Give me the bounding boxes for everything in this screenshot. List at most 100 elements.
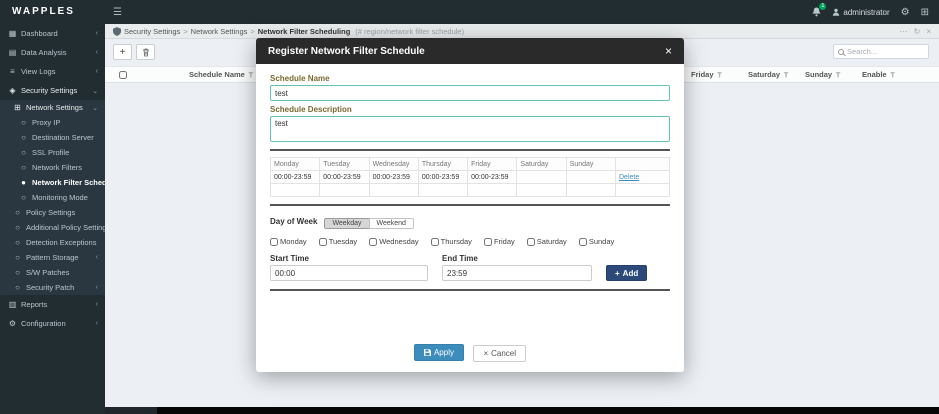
column-header-enable[interactable]: Enable	[862, 70, 919, 79]
sidebar-item-configuration[interactable]: ⚙Configuration‹	[0, 314, 105, 333]
week-cell	[369, 184, 418, 197]
breadcrumb-separator: >	[183, 27, 187, 36]
add-schedule-button[interactable]: +	[113, 44, 132, 60]
cancel-button[interactable]: × Cancel	[473, 345, 526, 362]
register-schedule-modal: Register Network Filter Schedule × Sched…	[256, 38, 684, 372]
thursday-checkbox[interactable]	[431, 238, 439, 246]
column-header-sunday[interactable]: Sunday	[805, 70, 862, 79]
sidebar-item-dashboard[interactable]: ▦Dashboard‹	[0, 24, 105, 43]
sidebar: ▦Dashboard‹ ▤Data Analysis‹ ≡View Logs‹ …	[0, 24, 105, 414]
week-cell	[566, 184, 615, 197]
user-menu[interactable]: administrator	[832, 8, 889, 17]
monday-checkbox-label[interactable]: Monday	[270, 237, 307, 246]
sidebar-item-proxy-ip[interactable]: ○Proxy IP	[0, 115, 105, 130]
column-header-saturday[interactable]: Saturday	[748, 70, 805, 79]
chevron-left-icon: ‹	[96, 30, 103, 37]
sidebar-item-monitoring-mode[interactable]: ○Monitoring Mode	[0, 190, 105, 205]
apps-grid-icon[interactable]: ⊞	[921, 7, 929, 18]
tuesday-checkbox[interactable]	[319, 238, 327, 246]
sidebar-item-data-analysis[interactable]: ▤Data Analysis‹	[0, 43, 105, 62]
column-header-friday[interactable]: Friday	[691, 70, 748, 79]
add-button-label: Add	[623, 269, 639, 278]
sidebar-item-reports[interactable]: ▥Reports‹	[0, 295, 105, 314]
sunday-checkbox-label[interactable]: Sunday	[579, 237, 614, 246]
hamburger-menu-icon[interactable]: ☰	[105, 7, 130, 18]
column-label: Schedule Name	[189, 70, 245, 79]
monday-checkbox[interactable]	[270, 238, 278, 246]
breadcrumb-current: Network Filter Scheduling	[258, 27, 351, 36]
start-time-input[interactable]	[270, 265, 428, 281]
sidebar-item-label: Network Filters	[32, 163, 82, 172]
friday-checkbox[interactable]	[484, 238, 492, 246]
end-time-input[interactable]	[442, 265, 592, 281]
search-input[interactable]	[847, 47, 924, 56]
week-cell: 00:00-23:59	[418, 171, 467, 184]
saturday-checkbox[interactable]	[527, 238, 535, 246]
sidebar-item-detection-exceptions[interactable]: ○Detection Exceptions	[0, 235, 105, 250]
filter-icon[interactable]	[717, 72, 723, 78]
gear-icon[interactable]: ⚙	[901, 7, 910, 18]
circle-icon: ○	[19, 133, 28, 142]
week-schedule-section: Monday Tuesday Wednesday Thursday Friday…	[270, 149, 670, 197]
sunday-checkbox[interactable]	[579, 238, 587, 246]
schedule-description-input[interactable]: test	[270, 116, 670, 142]
list-icon: ≡	[8, 67, 17, 76]
weekday-button[interactable]: Weekday	[324, 218, 369, 229]
tuesday-checkbox-label[interactable]: Tuesday	[319, 237, 358, 246]
more-options-icon[interactable]: ⋯	[900, 27, 908, 36]
sidebar-item-policy-settings[interactable]: ○Policy Settings	[0, 205, 105, 220]
select-all-checkbox[interactable]	[119, 71, 127, 79]
notifications-button[interactable]: 1	[812, 7, 821, 17]
schedule-name-input[interactable]	[270, 85, 670, 101]
filter-icon[interactable]	[835, 72, 841, 78]
week-schedule-table: Monday Tuesday Wednesday Thursday Friday…	[270, 157, 670, 197]
breadcrumb-segment[interactable]: Security Settings	[124, 27, 180, 36]
filter-icon[interactable]	[783, 72, 789, 78]
panel-controls: ⋯ ↻ ×	[900, 27, 931, 36]
sidebar-item-network-settings[interactable]: ⊞Network Settings⌄	[0, 100, 105, 115]
weekend-button[interactable]: Weekend	[369, 218, 414, 229]
modal-header: Register Network Filter Schedule ×	[256, 38, 684, 64]
plus-icon: +	[615, 269, 620, 278]
delete-schedule-button[interactable]	[136, 44, 155, 60]
sidebar-item-network-filter-scheduling[interactable]: ●Network Filter Scheduling	[0, 175, 105, 190]
delete-link[interactable]: Delete	[619, 174, 639, 181]
add-time-button[interactable]: +Add	[606, 265, 647, 281]
breadcrumb-segment[interactable]: Network Settings	[191, 27, 248, 36]
day-of-week-row: Day of Week WeekdayWeekend	[270, 212, 670, 230]
user-icon	[832, 8, 840, 16]
sidebar-item-additional-policy-settings[interactable]: ○Additional Policy Settings‹	[0, 220, 105, 235]
week-header-cell: Tuesday	[320, 158, 369, 171]
sidebar-item-security-settings[interactable]: ◈Security Settings⌄	[0, 81, 105, 100]
friday-checkbox-label[interactable]: Friday	[484, 237, 515, 246]
column-label: Sunday	[805, 70, 832, 79]
apply-button[interactable]: Apply	[414, 344, 464, 361]
sidebar-item-network-filters[interactable]: ○Network Filters	[0, 160, 105, 175]
thursday-checkbox-label[interactable]: Thursday	[431, 237, 472, 246]
sidebar-item-view-logs[interactable]: ≡View Logs‹	[0, 62, 105, 81]
refresh-icon[interactable]: ↻	[914, 27, 921, 36]
chevron-down-icon: ⌄	[92, 104, 103, 112]
filter-icon[interactable]	[890, 72, 896, 78]
sidebar-item-label: Additional Policy Settings	[26, 223, 105, 232]
week-header-cell	[616, 158, 670, 171]
saturday-checkbox-label[interactable]: Saturday	[527, 237, 567, 246]
close-panel-icon[interactable]: ×	[926, 27, 931, 36]
sidebar-item-security-patch[interactable]: ○Security Patch‹	[0, 280, 105, 295]
day-of-week-section: Day of Week WeekdayWeekend Monday Tuesda…	[270, 204, 670, 281]
sidebar-item-label: Policy Settings	[26, 208, 75, 217]
sidebar-item-label: Security Settings	[21, 86, 77, 95]
sidebar-item-destination-server[interactable]: ○Destination Server	[0, 130, 105, 145]
week-cell	[468, 184, 517, 197]
close-icon[interactable]: ×	[665, 45, 672, 57]
bar-chart-icon: ▥	[8, 300, 17, 309]
username: administrator	[843, 8, 889, 17]
sidebar-item-ssl-profile[interactable]: ○SSL Profile	[0, 145, 105, 160]
sidebar-item-pattern-storage[interactable]: ○Pattern Storage‹	[0, 250, 105, 265]
breadcrumb-suffix: (# region/network filter schedule)	[355, 27, 464, 36]
wednesday-checkbox-label[interactable]: Wednesday	[369, 237, 418, 246]
top-bar: WAPPLES ☰ 1 administrator ⚙ ⊞	[0, 0, 939, 24]
filter-icon[interactable]	[248, 72, 254, 78]
sidebar-item-sw-patches[interactable]: ○S/W Patches	[0, 265, 105, 280]
wednesday-checkbox[interactable]	[369, 238, 377, 246]
